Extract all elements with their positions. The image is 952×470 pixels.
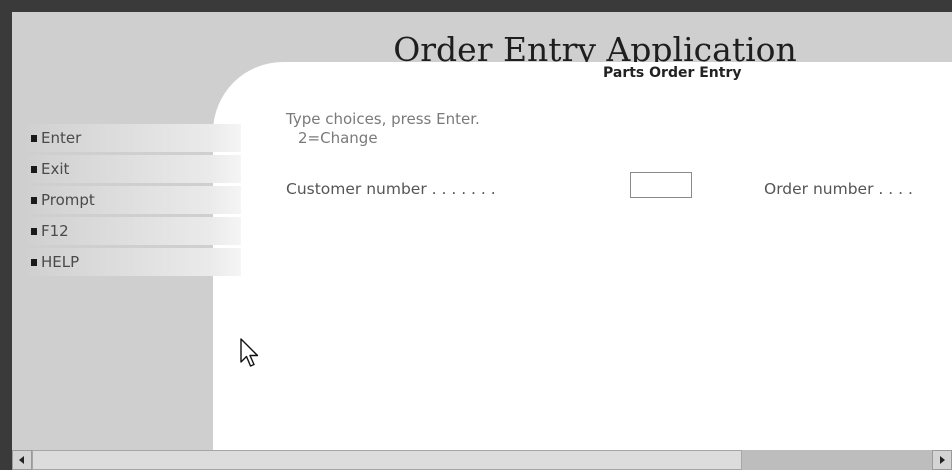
mouse-pointer-icon [240,338,262,370]
enter-button[interactable]: Enter [27,124,241,152]
exit-button[interactable]: Exit [27,155,241,183]
help-button[interactable]: HELP [27,248,241,276]
square-bullet-icon [31,259,37,266]
scroll-left-button[interactable] [12,450,32,470]
customer-number-label: Customer number . . . . . . . [286,180,496,198]
square-bullet-icon [31,166,37,173]
square-bullet-icon [31,228,37,235]
prompt-button-label: Prompt [41,191,95,209]
screen-title: Parts Order Entry [603,65,742,81]
order-number-label: Order number . . . . [764,180,913,198]
app-header: Order Entry Application [12,12,952,69]
enter-button-label: Enter [41,129,82,147]
square-bullet-icon [31,197,37,204]
window-top-border [0,0,952,12]
help-button-label: HELP [41,253,80,271]
f12-button[interactable]: F12 [27,217,241,245]
scrollbar-thumb[interactable] [32,450,742,470]
option-legend: 2=Change [298,129,378,147]
scroll-right-button[interactable] [932,450,952,470]
order-entry-window: Order Entry Application Parts Order Entr… [0,0,952,470]
window-left-border [0,0,12,470]
f12-button-label: F12 [41,222,69,240]
instruction-text: Type choices, press Enter. [286,110,480,128]
scroll-left-arrow-icon [19,456,24,464]
function-key-panel: Enter Exit Prompt F12 HELP [27,124,241,279]
exit-button-label: Exit [41,160,70,178]
customer-number-input[interactable] [630,172,692,198]
scroll-right-arrow-icon [940,456,945,464]
prompt-button[interactable]: Prompt [27,186,241,214]
square-bullet-icon [31,135,37,142]
scrollbar-track[interactable] [742,450,932,470]
horizontal-scrollbar[interactable] [12,450,952,470]
